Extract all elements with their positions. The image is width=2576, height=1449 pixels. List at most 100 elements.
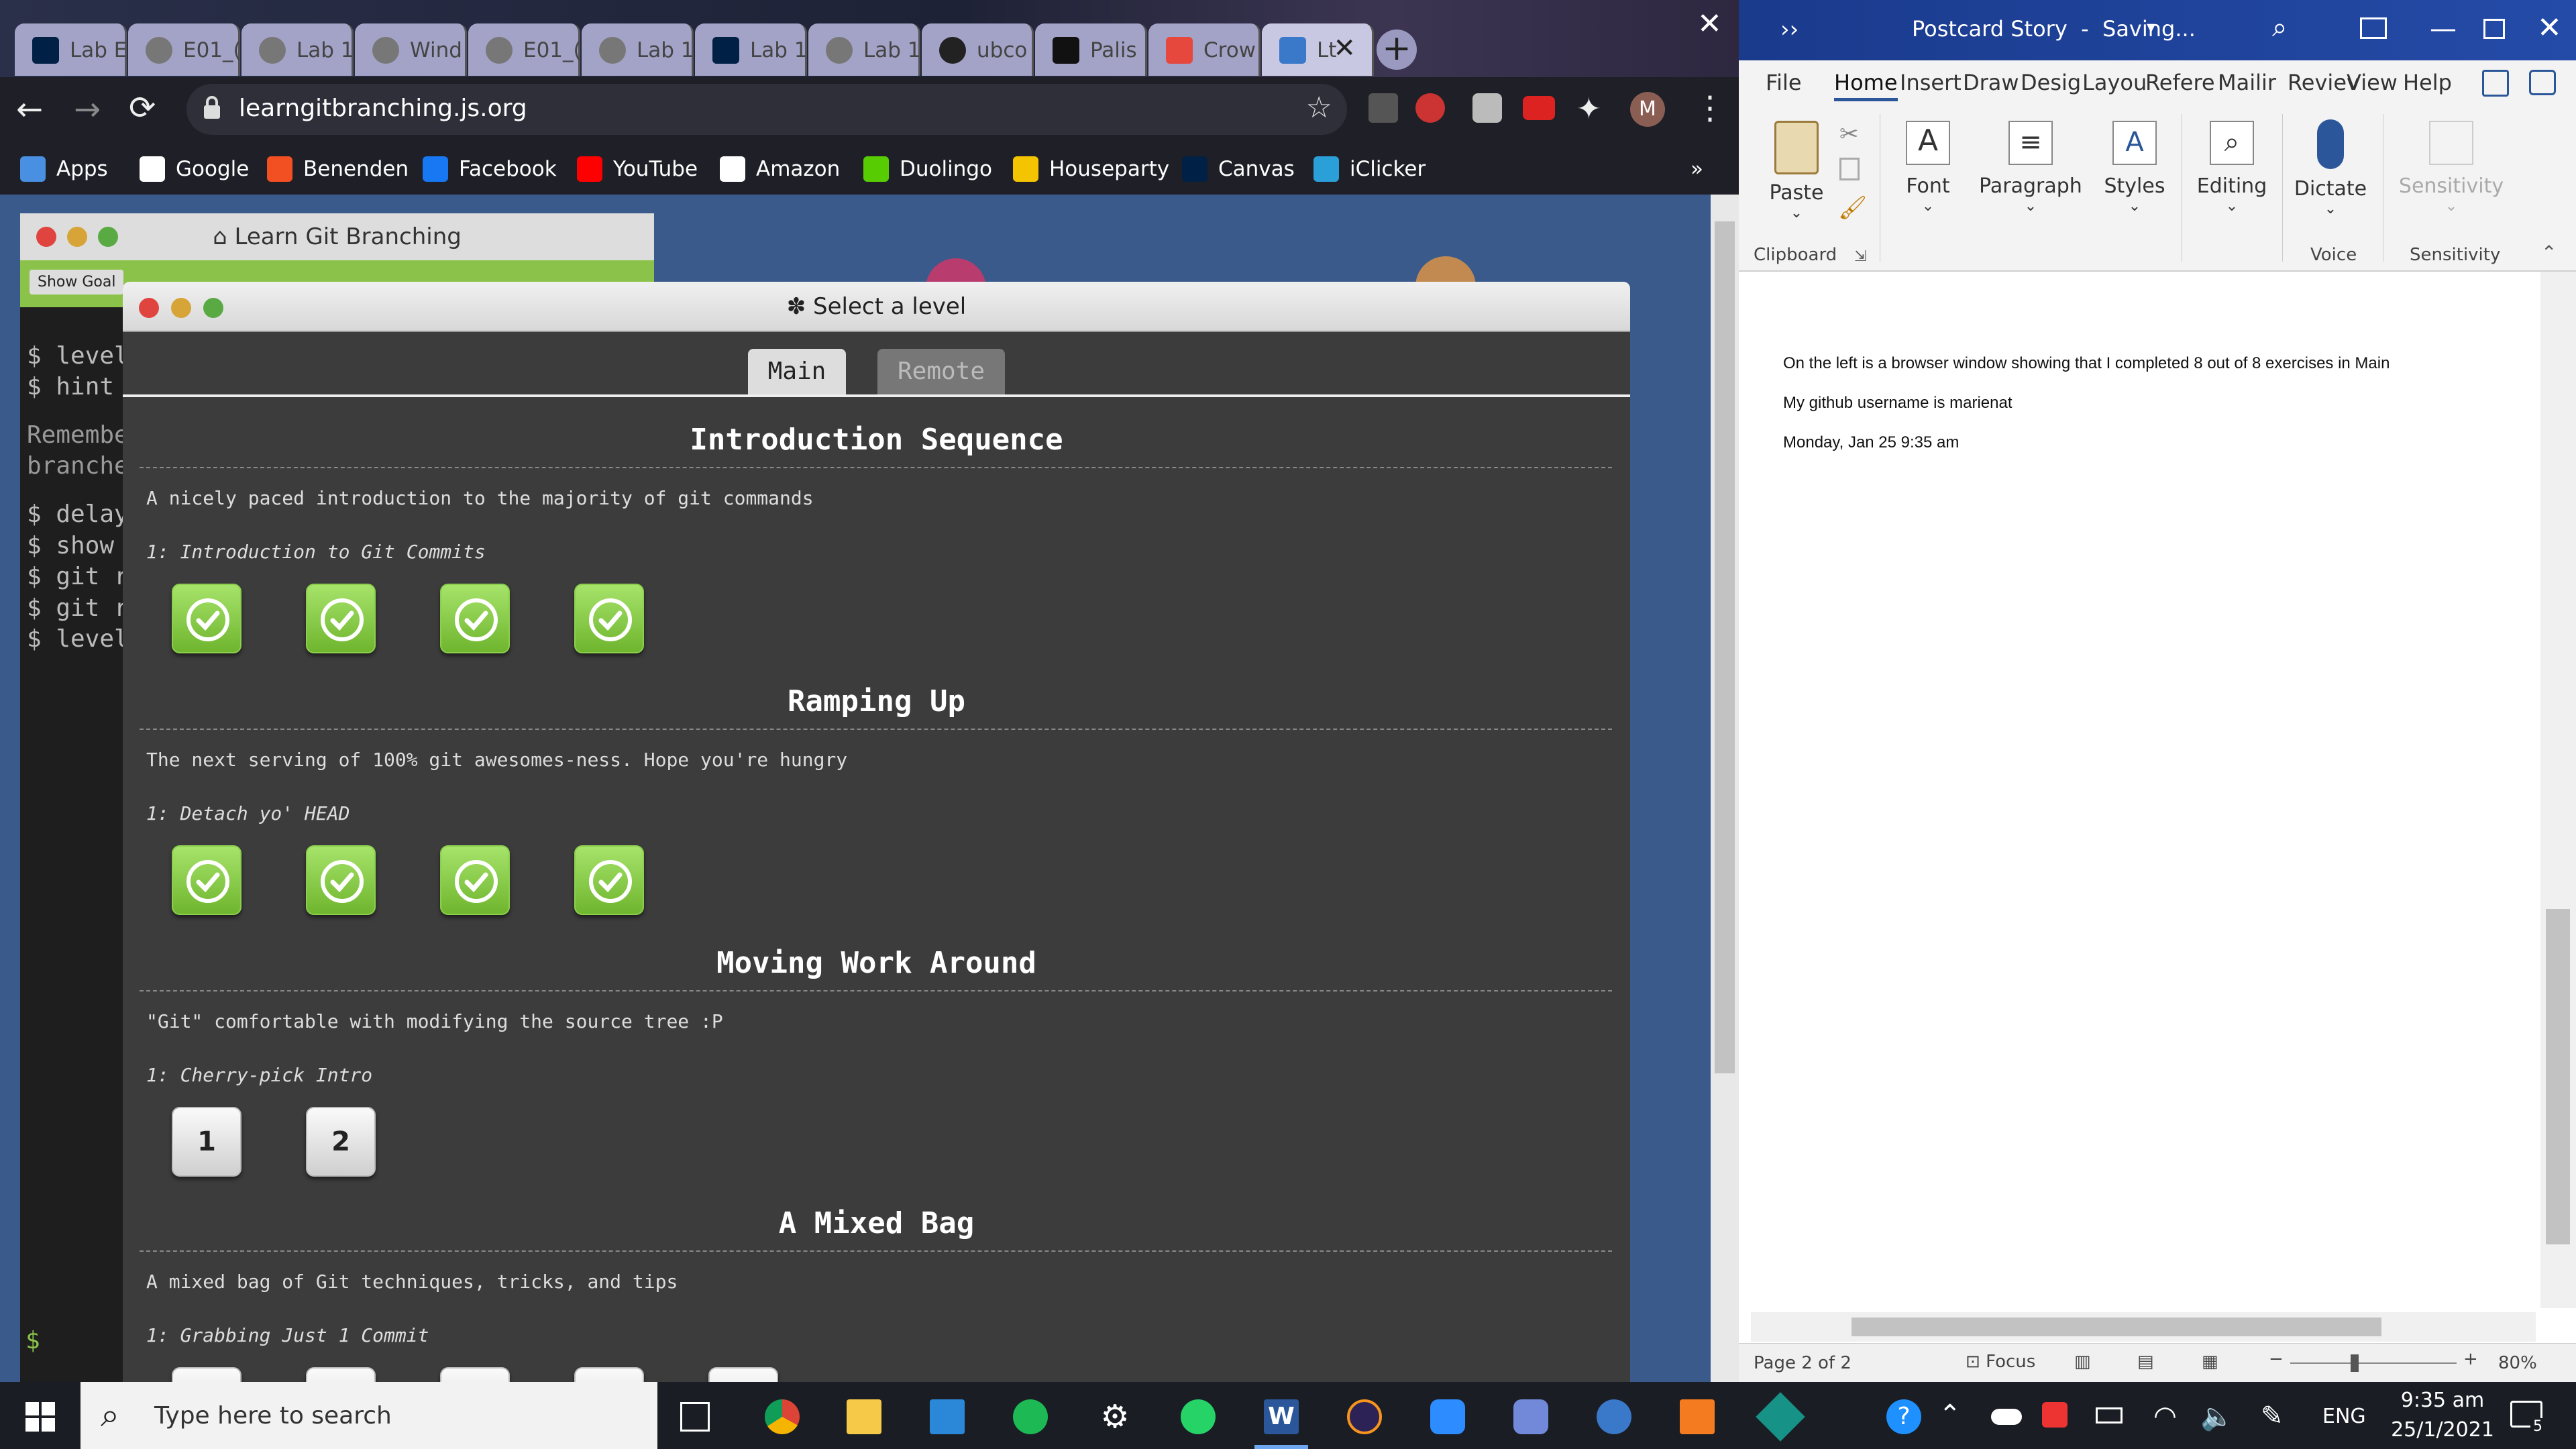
print-layout-icon[interactable]: ▤ bbox=[2137, 1352, 2154, 1372]
wifi-icon[interactable]: ◠ bbox=[2153, 1401, 2177, 1432]
hscroll-thumb[interactable] bbox=[1851, 1318, 2381, 1336]
doc-line-3[interactable]: Monday, Jan 25 9:35 am bbox=[1783, 433, 1959, 452]
terminal-prompt[interactable]: $ bbox=[25, 1327, 40, 1354]
minimize-dot[interactable] bbox=[171, 298, 191, 318]
extension-icon[interactable] bbox=[1368, 93, 1398, 123]
ribbon-tab-desig[interactable]: Desig bbox=[2021, 70, 2081, 95]
bookmarks-overflow[interactable]: » bbox=[1690, 152, 1703, 186]
browser-tab[interactable]: E01_( bbox=[468, 23, 582, 76]
extension-icon[interactable] bbox=[1472, 93, 1502, 123]
volume-icon[interactable]: 🔈 bbox=[2200, 1401, 2234, 1432]
tab-main[interactable]: Main bbox=[748, 349, 846, 394]
level-button-completed[interactable] bbox=[440, 584, 510, 653]
level-button[interactable]: 3 bbox=[440, 1367, 510, 1382]
close-tab-icon[interactable]: ✕ bbox=[1333, 33, 1356, 64]
ribbon-display-icon[interactable] bbox=[2360, 17, 2387, 39]
browser-tab[interactable]: Palis bbox=[1035, 23, 1147, 76]
spotify-icon[interactable] bbox=[1013, 1399, 1048, 1434]
maximize-icon[interactable] bbox=[2483, 19, 2505, 39]
settings-icon[interactable]: ⚙ bbox=[1097, 1399, 1132, 1434]
level-button-completed[interactable] bbox=[574, 584, 644, 653]
paste-button[interactable]: Paste ⌄ bbox=[1756, 115, 1837, 221]
zoom-in-icon[interactable]: + bbox=[2463, 1349, 2478, 1369]
format-painter-icon[interactable]: 🖌 bbox=[1838, 195, 1867, 221]
ribbon-tab-help[interactable]: Help bbox=[2403, 70, 2452, 95]
tab-remote[interactable]: Remote bbox=[877, 349, 1005, 394]
ribbon-tab-refere[interactable]: Refere bbox=[2145, 70, 2215, 95]
web-layout-icon[interactable]: ▦ bbox=[2202, 1352, 2218, 1372]
level-button[interactable]: 4 bbox=[574, 1367, 644, 1382]
tray-app-icon[interactable] bbox=[2042, 1402, 2068, 1428]
ribbon-tab-mailir[interactable]: Mailir bbox=[2218, 70, 2276, 95]
read-mode-icon[interactable]: ▥ bbox=[2074, 1352, 2091, 1372]
browser-tab[interactable]: Lab 1 bbox=[582, 23, 694, 76]
level-button-completed[interactable] bbox=[172, 845, 241, 915]
dialog-launcher-icon[interactable]: ⇲ bbox=[1854, 248, 1866, 265]
show-goal-button[interactable]: Show Goal bbox=[30, 270, 124, 294]
zoom-out-icon[interactable]: − bbox=[2269, 1349, 2284, 1369]
level-button-completed[interactable] bbox=[306, 584, 376, 653]
chrome-icon[interactable] bbox=[765, 1399, 800, 1434]
browser-tab[interactable]: E01_( bbox=[128, 23, 241, 76]
doc-line-1[interactable]: On the left is a browser window showing … bbox=[1783, 354, 2390, 373]
ribbon-tab-layou[interactable]: Layou bbox=[2082, 70, 2147, 95]
document-page[interactable]: On the left is a browser window showing … bbox=[1739, 272, 2540, 1311]
browser-tab[interactable]: Lt ✕ bbox=[1262, 23, 1374, 76]
language-indicator[interactable]: ENG bbox=[2322, 1405, 2366, 1428]
doc-horizontal-scrollbar[interactable] bbox=[1751, 1312, 2536, 1342]
browser-tab[interactable]: Lab 1 bbox=[695, 23, 808, 76]
mail-icon[interactable] bbox=[930, 1399, 965, 1434]
page-scrollbar[interactable] bbox=[1711, 195, 1739, 1382]
windows-start-icon[interactable] bbox=[25, 1402, 55, 1432]
bookmark-iclicker[interactable]: iClicker bbox=[1313, 152, 1426, 186]
doc-vertical-scrollbar[interactable] bbox=[2540, 272, 2576, 1308]
browser-tab[interactable]: Crow bbox=[1148, 23, 1260, 76]
reload-button[interactable]: ⟳ bbox=[129, 89, 156, 127]
browser-tab[interactable]: Wind bbox=[355, 23, 467, 76]
level-button[interactable]: 2 bbox=[306, 1367, 376, 1382]
bookmark-youtube[interactable]: YouTube bbox=[577, 152, 698, 186]
zoom-slider[interactable] bbox=[2290, 1354, 2457, 1372]
taskbar-search[interactable]: ⌕ Type here to search bbox=[80, 1382, 657, 1449]
level-button-completed[interactable] bbox=[306, 845, 376, 915]
git-app-icon[interactable] bbox=[1597, 1399, 1631, 1434]
collapse-ribbon-icon[interactable]: ⌃ bbox=[2541, 241, 2557, 264]
bookmark-apps[interactable]: Apps bbox=[20, 152, 108, 186]
cut-icon[interactable]: ✂ bbox=[1839, 121, 1859, 148]
ribbon-tab-insert[interactable]: Insert bbox=[1900, 70, 1962, 95]
share-icon[interactable] bbox=[2482, 70, 2509, 97]
page-count[interactable]: Page 2 of 2 bbox=[1754, 1353, 1851, 1373]
word-icon[interactable]: W bbox=[1264, 1399, 1299, 1434]
comments-icon[interactable] bbox=[2529, 70, 2556, 95]
new-tab-button[interactable]: + bbox=[1377, 30, 1417, 70]
minimize-icon[interactable]: — bbox=[2430, 13, 2457, 44]
clock-date[interactable]: 25/1/2021 bbox=[2385, 1418, 2500, 1442]
zoom-icon[interactable] bbox=[1430, 1399, 1465, 1434]
pen-icon[interactable]: ✎ bbox=[2261, 1401, 2284, 1432]
extension-icon[interactable] bbox=[1415, 93, 1445, 123]
level-button-completed[interactable] bbox=[440, 845, 510, 915]
task-view-icon[interactable] bbox=[680, 1402, 710, 1432]
maximize-dot[interactable] bbox=[98, 227, 118, 247]
back-button[interactable]: ← bbox=[16, 91, 43, 128]
browser-tab[interactable]: Lab E bbox=[15, 23, 127, 76]
browser-tab[interactable]: Lab 1 bbox=[808, 23, 921, 76]
battery-icon[interactable] bbox=[2096, 1407, 2123, 1424]
level-button[interactable]: 1 bbox=[172, 1367, 241, 1382]
maximize-dot[interactable] bbox=[203, 298, 223, 318]
chrome-close-icon[interactable]: ✕ bbox=[1697, 7, 1722, 41]
bookmark-amazon[interactable]: Amazon bbox=[720, 152, 840, 186]
avatar[interactable]: M bbox=[1630, 92, 1665, 127]
level-button[interactable]: 2 bbox=[306, 1107, 376, 1177]
bookmark-benenden[interactable]: Benenden bbox=[267, 152, 409, 186]
ribbon-tab-file[interactable]: File bbox=[1766, 70, 1802, 95]
minimize-dot[interactable] bbox=[67, 227, 87, 247]
extension-icon[interactable] bbox=[1523, 96, 1555, 120]
styles-button[interactable]: A Styles ⌄ bbox=[2094, 115, 2175, 215]
help-icon[interactable]: ? bbox=[1886, 1399, 1921, 1434]
tray-chevron-icon[interactable]: ⌃ bbox=[1939, 1399, 1962, 1430]
file-explorer-icon[interactable] bbox=[847, 1399, 881, 1434]
level-button-completed[interactable] bbox=[172, 584, 241, 653]
level-button[interactable]: 1 bbox=[172, 1107, 241, 1177]
bookmark-canvas[interactable]: Canvas bbox=[1182, 152, 1295, 186]
